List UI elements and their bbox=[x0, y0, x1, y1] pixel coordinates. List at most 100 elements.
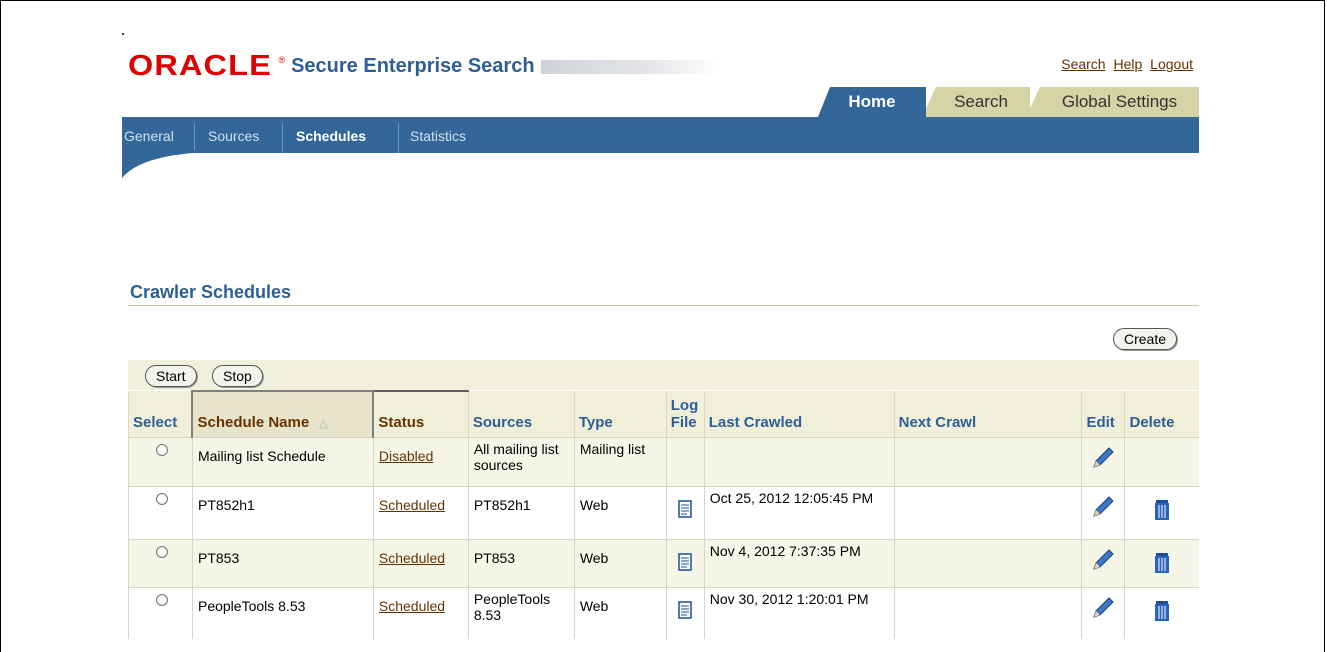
logo-gradient-bar bbox=[540, 59, 721, 74]
start-button[interactable]: Start bbox=[145, 365, 197, 387]
subnav-separator bbox=[194, 123, 195, 153]
edit-cell bbox=[1081, 586, 1125, 639]
last-crawled-cell: Nov 4, 2012 7:37:35 PM bbox=[703, 538, 895, 587]
create-button[interactable]: Create bbox=[1113, 328, 1178, 350]
last-crawled-cell: Oct 25, 2012 12:05:45 PM bbox=[703, 485, 895, 539]
table-row: Mailing list Schedule Disabled All maili… bbox=[128, 436, 1199, 486]
status-cell: Scheduled bbox=[372, 586, 469, 639]
header-schedule-name[interactable]: Schedule Name △ bbox=[191, 390, 375, 437]
select-cell bbox=[128, 436, 193, 486]
global-link-help[interactable]: Help bbox=[1113, 56, 1142, 72]
schedule-name-cell: PT853 bbox=[191, 538, 374, 587]
log-file-icon[interactable] bbox=[678, 499, 692, 518]
log-cell bbox=[665, 538, 705, 587]
subnav-separator bbox=[398, 123, 399, 153]
row-radio[interactable] bbox=[156, 492, 168, 505]
select-cell bbox=[128, 586, 193, 639]
log-file-icon[interactable] bbox=[678, 600, 692, 619]
header-delete: Delete bbox=[1124, 391, 1199, 437]
pencil-icon[interactable] bbox=[1090, 547, 1116, 573]
next-crawl-cell bbox=[893, 538, 1082, 587]
delete-cell bbox=[1124, 436, 1199, 486]
subnav-general[interactable]: General bbox=[124, 117, 174, 153]
table-toolbar: Start Stop bbox=[128, 360, 1199, 390]
row-radio[interactable] bbox=[156, 593, 168, 606]
trash-icon[interactable] bbox=[1152, 498, 1172, 522]
tab-label: Home bbox=[848, 92, 896, 111]
product-name: Secure Enterprise Search bbox=[291, 55, 535, 77]
status-cell: Scheduled bbox=[372, 538, 469, 587]
status-link[interactable]: Disabled bbox=[379, 448, 433, 464]
sources-cell: All mailing list sources bbox=[467, 436, 575, 486]
subnav-statistics[interactable]: Statistics bbox=[410, 117, 466, 153]
schedule-name-cell: PeopleTools 8.53 bbox=[191, 586, 374, 639]
type-cell: Mailing list bbox=[573, 436, 667, 486]
tab-label: Search bbox=[954, 92, 1008, 111]
tab-home[interactable]: Home bbox=[818, 87, 926, 117]
type-cell: Web bbox=[573, 485, 667, 539]
sources-cell: PT853 bbox=[467, 538, 575, 587]
nav-swoosh bbox=[122, 150, 212, 178]
status-link[interactable]: Scheduled bbox=[379, 598, 445, 614]
row-radio[interactable] bbox=[156, 545, 168, 558]
sources-cell: PeopleTools 8.53 bbox=[467, 586, 575, 639]
header-log-file: Log File bbox=[665, 391, 705, 437]
table-row: PT853 Scheduled PT853 Web Nov 4, 2012 7:… bbox=[128, 538, 1199, 587]
stop-button[interactable]: Stop bbox=[212, 365, 263, 387]
global-link-search[interactable]: Search bbox=[1061, 56, 1105, 72]
header-last-crawled: Last Crawled bbox=[703, 391, 895, 437]
pencil-icon[interactable] bbox=[1090, 445, 1116, 471]
header-next-crawl: Next Crawl bbox=[893, 391, 1082, 437]
global-link-logout[interactable]: Logout bbox=[1150, 56, 1193, 72]
pencil-icon[interactable] bbox=[1090, 494, 1116, 520]
table-row: PeopleTools 8.53 Scheduled PeopleTools 8… bbox=[128, 586, 1199, 639]
row-radio[interactable] bbox=[156, 443, 168, 456]
log-cell bbox=[665, 586, 705, 639]
global-links: Search Help Logout bbox=[1057, 56, 1193, 72]
page-title: Crawler Schedules bbox=[130, 282, 292, 302]
artifact-dot bbox=[122, 33, 124, 35]
schedules-table: Select Schedule Name △ Status Sources Typ… bbox=[128, 390, 1199, 639]
sub-navigation: General Sources Schedules Statistics bbox=[122, 117, 1199, 153]
trash-icon[interactable] bbox=[1152, 599, 1172, 623]
oracle-logo: ORACLE ® Secure Enterprise Search bbox=[128, 50, 721, 83]
type-cell: Web bbox=[573, 538, 667, 587]
header-status[interactable]: Status bbox=[372, 390, 469, 437]
select-cell bbox=[128, 485, 193, 539]
log-file-icon[interactable] bbox=[678, 552, 692, 571]
header-label: Log bbox=[670, 396, 699, 414]
status-cell: Disabled bbox=[372, 436, 469, 486]
header-label: File bbox=[670, 413, 697, 431]
status-link[interactable]: Scheduled bbox=[379, 550, 445, 566]
status-link[interactable]: Scheduled bbox=[379, 497, 445, 513]
last-crawled-cell: Nov 30, 2012 1:20:01 PM bbox=[703, 586, 895, 639]
header-sources: Sources bbox=[467, 391, 575, 437]
oracle-wordmark: ORACLE bbox=[128, 50, 272, 82]
log-cell bbox=[665, 485, 705, 539]
subnav-sources[interactable]: Sources bbox=[208, 117, 259, 153]
last-crawled-cell bbox=[703, 436, 895, 486]
title-divider bbox=[128, 305, 1199, 306]
edit-cell bbox=[1081, 485, 1125, 539]
next-crawl-cell bbox=[893, 436, 1082, 486]
subnav-schedules[interactable]: Schedules bbox=[296, 117, 366, 153]
trash-icon[interactable] bbox=[1152, 551, 1172, 575]
log-cell bbox=[665, 436, 705, 486]
next-crawl-cell bbox=[893, 485, 1082, 539]
pencil-icon[interactable] bbox=[1090, 595, 1116, 621]
schedule-name-cell: Mailing list Schedule bbox=[191, 436, 374, 486]
main-tabs: Global Settings Search Home bbox=[818, 87, 1199, 117]
registered-mark: ® bbox=[278, 54, 286, 65]
select-cell bbox=[128, 538, 193, 587]
status-cell: Scheduled bbox=[372, 485, 469, 539]
delete-cell bbox=[1124, 586, 1199, 639]
header-type: Type bbox=[573, 391, 667, 437]
tab-search[interactable]: Search bbox=[922, 87, 1030, 117]
schedule-name-cell: PT852h1 bbox=[191, 485, 374, 539]
header-edit: Edit bbox=[1081, 391, 1125, 437]
delete-cell bbox=[1124, 485, 1199, 539]
next-crawl-cell bbox=[893, 586, 1082, 639]
header-select: Select bbox=[128, 391, 193, 437]
tab-global-settings[interactable]: Global Settings bbox=[1026, 87, 1199, 117]
sort-ascending-icon: △ bbox=[319, 417, 328, 430]
